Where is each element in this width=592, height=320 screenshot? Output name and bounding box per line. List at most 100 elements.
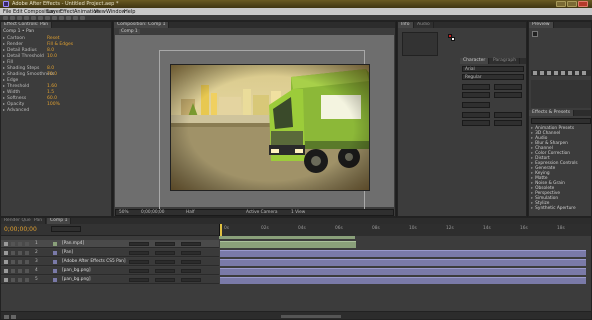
expand-triangle-icon[interactable] — [3, 85, 5, 87]
comp-subtab[interactable]: Comp 1 — [119, 29, 140, 34]
audio-icon[interactable] — [11, 251, 15, 255]
timeline-layer-row[interactable]: 1 [Pan.mp4] — [1, 240, 219, 248]
current-timecode[interactable]: 0;00;00;00 — [4, 226, 37, 233]
prev-frame-icon[interactable] — [540, 71, 544, 75]
eye-icon[interactable] — [4, 278, 8, 282]
effect-property-row[interactable]: Shading Smoothness 70.0 — [3, 72, 57, 77]
tab-character[interactable]: Character — [460, 58, 490, 64]
expand-arrow-icon[interactable]: ▸ — [531, 206, 533, 211]
toggle-modes-icon[interactable] — [11, 315, 16, 319]
expand-triangle-icon[interactable] — [3, 103, 5, 105]
play-icon[interactable] — [547, 71, 551, 75]
effect-property-row[interactable]: Render Fill & Edges — [3, 42, 73, 47]
brush-tool-icon[interactable] — [59, 16, 64, 20]
tab-info[interactable]: Info — [398, 22, 414, 28]
eye-icon[interactable] — [4, 242, 8, 246]
minimize-button[interactable] — [556, 1, 566, 7]
layer-switch-c[interactable] — [181, 278, 201, 282]
lock-icon[interactable] — [25, 251, 29, 255]
expand-triangle-icon[interactable] — [3, 55, 5, 57]
layer-label-color[interactable] — [53, 269, 57, 273]
layer-label-color[interactable] — [53, 251, 57, 255]
hand-tool-icon[interactable] — [10, 16, 15, 20]
zoom-tool-icon[interactable] — [17, 16, 22, 20]
layer-duration-bar[interactable] — [220, 268, 586, 275]
font-style-select[interactable]: Regular — [462, 74, 524, 80]
tab-effects-presets[interactable]: Effects & Presets — [529, 110, 575, 116]
layer-switch-a[interactable] — [129, 242, 149, 246]
effect-property-value[interactable]: 60.0 — [47, 96, 57, 101]
lock-icon[interactable] — [25, 260, 29, 264]
pan-behind-tool-icon[interactable] — [38, 16, 43, 20]
effect-property-value[interactable]: Reset — [47, 36, 60, 41]
baseline-shift-field[interactable] — [462, 120, 490, 126]
eraser-tool-icon[interactable] — [73, 16, 78, 20]
preview-options-icon[interactable] — [532, 31, 538, 37]
expand-triangle-icon[interactable] — [3, 109, 5, 111]
effect-property-value[interactable]: 1.5 — [47, 90, 54, 95]
layer-label-color[interactable] — [53, 260, 57, 264]
layer-name[interactable]: [pan_bg.png] — [62, 277, 91, 282]
layer-switch-c[interactable] — [181, 251, 201, 255]
layer-switch-c[interactable] — [181, 260, 201, 264]
effect-property-row[interactable]: Detail Radius 8.0 — [3, 48, 54, 53]
solo-icon[interactable] — [18, 260, 22, 264]
expand-triangle-icon[interactable] — [3, 37, 5, 39]
layer-label-color[interactable] — [53, 278, 57, 282]
audio-toggle-icon[interactable] — [568, 71, 572, 75]
audio-icon[interactable] — [11, 269, 15, 273]
vertical-scale-field[interactable] — [462, 112, 490, 118]
puppet-tool-icon[interactable] — [80, 16, 85, 20]
effect-property-value[interactable]: 1.60 — [47, 84, 57, 89]
audio-icon[interactable] — [11, 278, 15, 282]
solo-icon[interactable] — [18, 242, 22, 246]
layer-name[interactable]: [Pan.mp4] — [62, 241, 84, 246]
solo-icon[interactable] — [18, 278, 22, 282]
lock-icon[interactable] — [25, 242, 29, 246]
solo-icon[interactable] — [18, 269, 22, 273]
kerning-field[interactable] — [462, 92, 490, 98]
pen-tool-icon[interactable] — [45, 16, 50, 20]
effect-property-value[interactable]: Fill & Edges — [47, 42, 73, 47]
tab-audio[interactable]: Audio — [414, 22, 434, 28]
effect-property-value[interactable]: 70.0 — [47, 72, 57, 77]
timeline-search-input[interactable] — [51, 226, 81, 232]
timeline-layer-row[interactable]: 2 [Pan] — [1, 249, 219, 257]
maximize-button[interactable] — [567, 1, 577, 7]
effect-property-row[interactable]: Width 1.5 — [3, 90, 54, 95]
rotate-tool-icon[interactable] — [24, 16, 29, 20]
effect-property-row[interactable]: Fill — [3, 60, 13, 65]
layer-switch-b[interactable] — [155, 251, 175, 255]
layer-switch-b[interactable] — [155, 242, 175, 246]
layer-switch-c[interactable] — [181, 242, 201, 246]
eye-icon[interactable] — [4, 251, 8, 255]
effect-property-value[interactable]: 10.0 — [47, 54, 57, 59]
effect-property-row[interactable]: Softness 60.0 — [3, 96, 57, 101]
timeline-layer-row[interactable]: 3 [Adobe After Effects CS5 Pan] — [1, 258, 219, 266]
tab-composition[interactable]: Composition: Comp 1 — [114, 22, 170, 28]
expand-triangle-icon[interactable] — [3, 61, 5, 63]
composition-viewer[interactable] — [115, 35, 394, 214]
tracking-field[interactable] — [494, 92, 522, 98]
current-time-indicator[interactable] — [220, 224, 222, 236]
text-tool-icon[interactable] — [52, 16, 57, 20]
expand-triangle-icon[interactable] — [3, 73, 5, 75]
expand-triangle-icon[interactable] — [3, 91, 5, 93]
last-frame-icon[interactable] — [561, 71, 565, 75]
close-button[interactable] — [578, 1, 588, 7]
lock-icon[interactable] — [25, 269, 29, 273]
solo-icon[interactable] — [18, 251, 22, 255]
ram-preview-icon[interactable] — [582, 71, 586, 75]
loop-icon[interactable] — [575, 71, 579, 75]
toggle-switches-icon[interactable] — [4, 315, 9, 319]
layer-duration-bar[interactable] — [220, 259, 586, 266]
effect-property-row[interactable]: Shading Steps 8.0 — [3, 66, 54, 71]
expand-triangle-icon[interactable] — [3, 97, 5, 99]
layer-duration-bar[interactable] — [220, 277, 586, 284]
time-ruler[interactable]: 0s 02s 04s 06s 08s 10s 12s 14s 16s 18s — [219, 224, 591, 236]
layer-switch-c[interactable] — [181, 269, 201, 273]
first-frame-icon[interactable] — [533, 71, 537, 75]
effect-property-row[interactable]: Advanced — [3, 108, 29, 113]
timeline-zoom-slider[interactable] — [281, 315, 341, 318]
layer-switch-a[interactable] — [129, 260, 149, 264]
